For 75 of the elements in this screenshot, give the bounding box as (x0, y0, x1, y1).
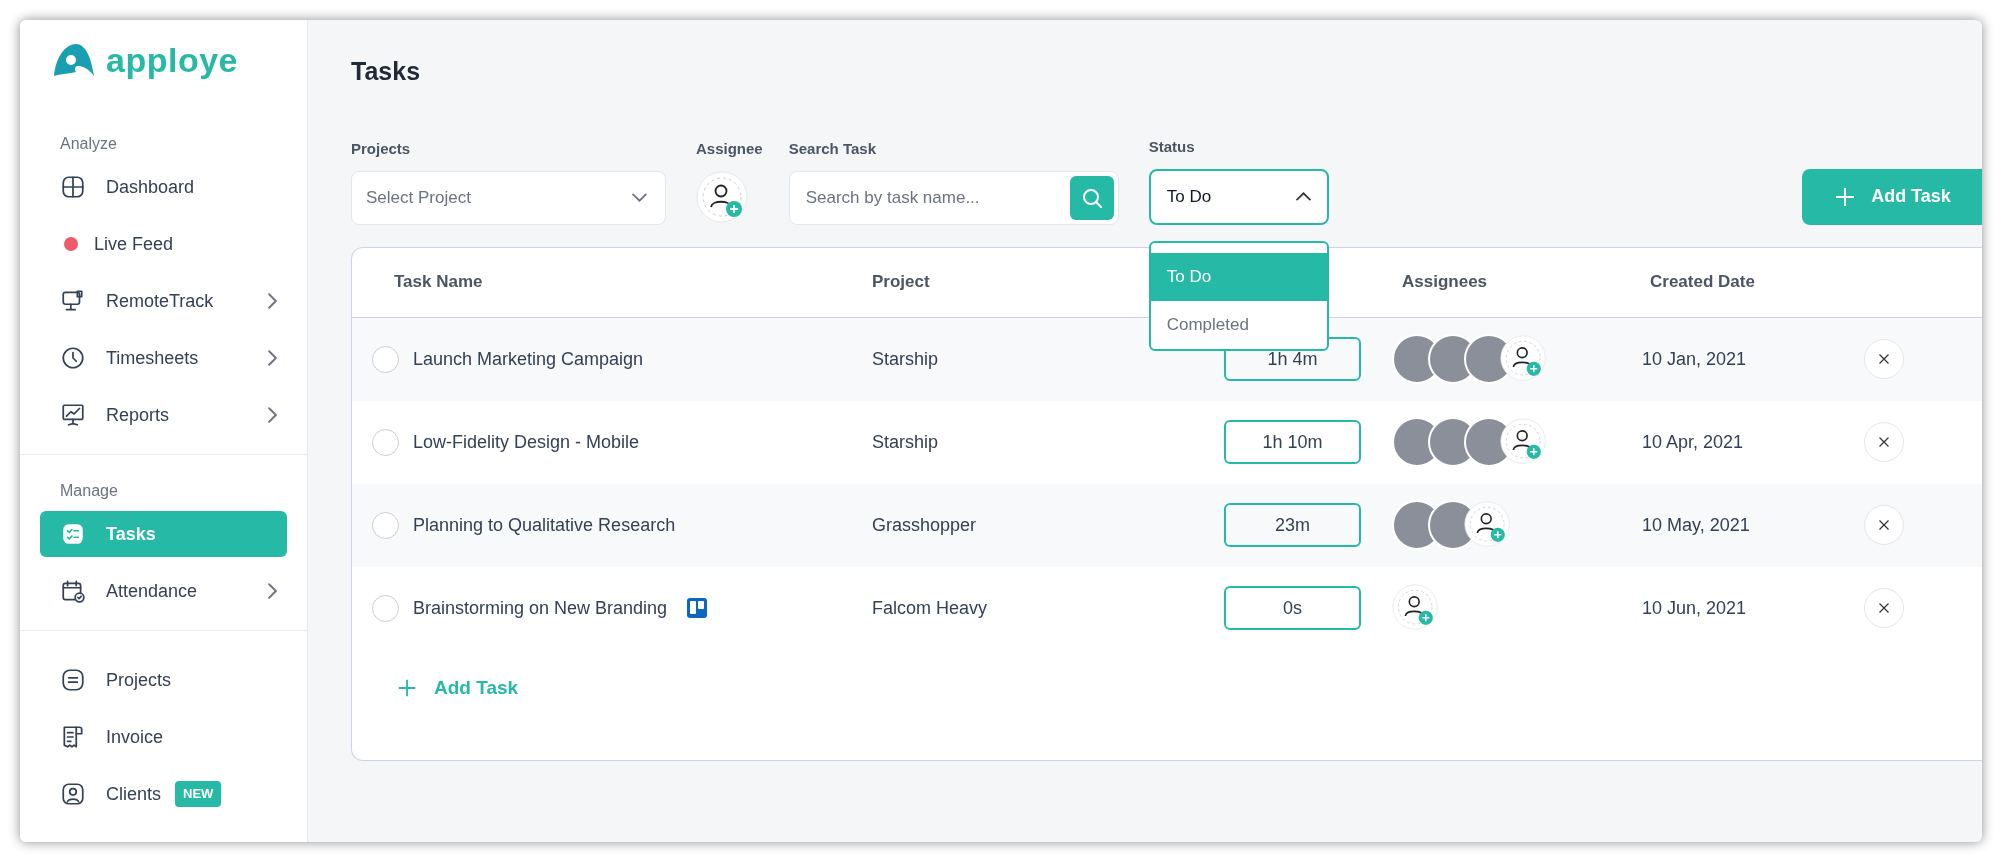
add-assignee-icon (1500, 335, 1548, 383)
item-label: Attendance (106, 579, 198, 603)
add-assignee-icon (696, 170, 750, 225)
task-checkbox[interactable] (372, 428, 399, 456)
project-name: Falcom Heavy (872, 597, 988, 618)
sidebar-item[interactable]: Dashboard (40, 164, 287, 210)
column-header: Project (872, 272, 930, 292)
column-header: Task Name (393, 272, 483, 292)
delete-button[interactable] (1864, 588, 1904, 628)
sidebar-item[interactable]: Projects (40, 657, 287, 703)
column-header: Assignees (1401, 272, 1488, 292)
item-label: Timesheets (106, 346, 199, 370)
list-icon (60, 667, 86, 693)
page-title: Tasks (351, 56, 422, 86)
chevron-down-icon (632, 193, 647, 202)
sidebar-item[interactable]: Attendance (40, 568, 287, 614)
delete-button[interactable] (1864, 422, 1904, 462)
item-label: Live Feed (94, 232, 174, 256)
created-date: 10 Apr, 2021 (1642, 431, 1744, 452)
project-select[interactable]: Select Project (351, 170, 666, 225)
new-badge: NEW (175, 781, 222, 807)
search-button[interactable] (1069, 175, 1114, 220)
item-label: Reports (106, 403, 170, 427)
time-tracked: 23m (1224, 503, 1361, 547)
delete-button[interactable] (1864, 505, 1904, 545)
time-tracked: 0s (1224, 586, 1361, 630)
sidebar-item[interactable]: Invoice (40, 714, 287, 760)
task-checkbox[interactable] (372, 345, 399, 373)
logo-text: apploye (106, 43, 238, 77)
status-select[interactable]: To Do (1148, 168, 1329, 225)
task-name: Planning to Qualitative Research (413, 513, 676, 537)
task-checkbox[interactable] (372, 511, 399, 539)
item-label: RemoteTrack (106, 289, 214, 313)
filter-label: Search Task (788, 139, 877, 159)
logo-icon (52, 42, 96, 78)
project-name: Starship (872, 348, 939, 369)
section-heading: Analyze (59, 134, 118, 154)
receipt-icon (60, 724, 86, 750)
item-label: Invoice (106, 725, 164, 749)
item-label: Tasks (106, 522, 156, 546)
created-date: 10 Jun, 2021 (1642, 597, 1747, 618)
grid-icon (60, 174, 86, 200)
project-name: Grasshopper (872, 514, 977, 535)
chevron-up-icon (1295, 192, 1311, 201)
sidebar-item[interactable]: RemoteTrack (40, 278, 287, 324)
project-name: Starship (872, 431, 939, 452)
monitor-icon (60, 288, 86, 314)
delete-button[interactable] (1864, 339, 1904, 379)
tasks-icon (60, 521, 86, 547)
sidebar-item[interactable]: Live Feed (40, 221, 287, 267)
filter-label: Assignee (696, 139, 763, 159)
sidebar-item[interactable]: Timesheets (40, 335, 287, 381)
created-date: 10 Jan, 2021 (1642, 348, 1747, 369)
add-assignee-icon (1392, 584, 1440, 632)
clock-icon (60, 345, 86, 371)
user-card-icon (60, 781, 86, 807)
filter-label: Projects (351, 139, 412, 159)
item-label: Dashboard (106, 175, 195, 199)
item-label: Clients (106, 782, 162, 806)
chart-icon (60, 402, 86, 428)
add-assignee-icon (1464, 501, 1512, 549)
task-name: Launch Marketing Campaign (413, 347, 644, 371)
column-header: Created Date (1649, 272, 1755, 292)
item-label: Projects (106, 668, 172, 692)
task-checkbox[interactable] (372, 594, 399, 622)
task-name: Low-Fidelity Design - Mobile (413, 430, 640, 454)
sidebar-item[interactable]: Reports (40, 392, 287, 438)
created-date: 10 May, 2021 (1642, 514, 1750, 535)
calendar-icon (60, 578, 86, 604)
section-heading: Manage (59, 481, 119, 501)
add-assignee-icon (1500, 418, 1548, 466)
filter-label: Status (1148, 137, 1196, 157)
sidebar-item[interactable]: Clients NEW (40, 771, 287, 817)
task-name: Brainstorming on New Branding (413, 596, 668, 620)
time-tracked: 1h 10m (1224, 420, 1361, 464)
